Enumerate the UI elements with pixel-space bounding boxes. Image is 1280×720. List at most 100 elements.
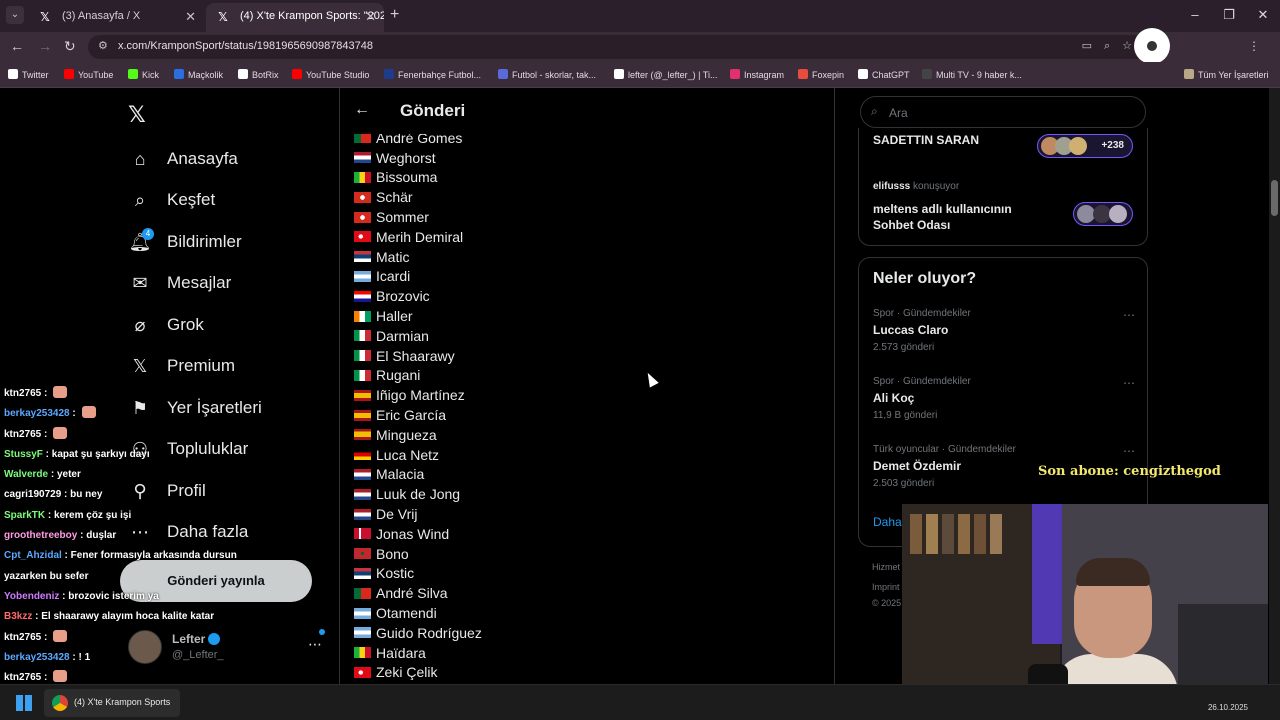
tab-title: (3) Anasayfa / X [62, 10, 141, 22]
chat-message: B3kzz : El shaarawy alayım hoca kalite k… [4, 609, 294, 629]
minimize-icon[interactable]: – [1178, 0, 1212, 32]
home-icon: ⌂ [134, 148, 146, 169]
player-name: Eric García [376, 407, 447, 424]
player-name: Jonas Wind [376, 525, 450, 542]
chrome-menu-icon[interactable]: ⋮ [1248, 39, 1270, 53]
flag-icon [354, 132, 371, 144]
player-name: Bissouma [376, 169, 438, 186]
flag-icon [354, 429, 371, 441]
flag-icon [354, 409, 371, 421]
omnibox[interactable]: ⚙ x.com/KramponSport/status/198196569098… [88, 35, 1160, 59]
bookmark-item[interactable]: Instagram [730, 69, 784, 80]
tab-search-button[interactable]: ⌄ [6, 6, 24, 24]
bookmark-item[interactable]: BotRix [238, 69, 279, 80]
url-text[interactable]: x.com/KramponSport/status/19819656909878… [118, 40, 373, 52]
chat-text: : kapat şu şarkıyı dayı [42, 448, 150, 460]
account-more-icon[interactable]: ⋯ [308, 636, 322, 653]
player-row: Matic [354, 247, 482, 267]
player-name: Sommer [376, 209, 429, 226]
more-icon[interactable]: ⋯ [1123, 308, 1135, 322]
bookmark-item[interactable]: ChatGPT [858, 69, 910, 80]
flag-icon [354, 607, 371, 619]
player-row: Jonas Wind [354, 524, 482, 544]
forward-icon[interactable]: → [38, 38, 52, 54]
player-row: Otamendi [354, 603, 482, 623]
show-more-link[interactable]: Daha [873, 515, 902, 529]
chat-username: Yobendeniz [4, 590, 60, 602]
search-input[interactable]: ⌕ Ara [860, 96, 1146, 128]
flag-icon [354, 647, 371, 659]
close-window-icon[interactable]: ✕ [1246, 0, 1280, 32]
bookmark-item[interactable]: Fenerbahçe Futbol... [384, 69, 481, 80]
nav-messages[interactable]: ✉ Mesajlar [128, 268, 231, 298]
site-info-icon[interactable]: ⚙ [98, 39, 108, 52]
chat-message: ktn2765 : [4, 386, 294, 406]
bookmark-item[interactable]: Twitter [8, 69, 49, 80]
nav-home[interactable]: ⌂ Anasayfa [128, 144, 238, 174]
taskbar-app-label: (4) X'te Krampon Sports [74, 697, 171, 707]
nav-notifications[interactable]: 🔔︎ 4 Bildirimler [128, 227, 242, 257]
space-listeners[interactable]: +238 [1037, 134, 1133, 158]
windows-start-icon[interactable] [16, 695, 32, 711]
spaces-card: SADETTIN SARAN +238 elifusss konuşuyor m… [858, 128, 1148, 246]
back-arrow-icon[interactable]: ← [354, 101, 370, 119]
player-name: Iñigo Martínez [376, 387, 465, 404]
chat-text: : brozovic isterim ya [59, 590, 159, 602]
recording-indicator [1134, 28, 1170, 64]
new-tab-button[interactable]: + [390, 6, 399, 24]
player-name: Darmian [376, 327, 429, 344]
space-listeners[interactable] [1073, 202, 1133, 226]
space-title[interactable]: SADETTIN SARAN [873, 133, 979, 147]
chat-text: : [41, 388, 51, 399]
maximize-icon[interactable]: ❐ [1212, 0, 1246, 32]
webcam-overlay [902, 504, 1268, 708]
bookmark-item[interactable]: Futbol - skorlar, tak... [498, 69, 596, 80]
player-name: Otamendi [376, 605, 437, 622]
chat-message: cagri190729 : bu ney [4, 487, 294, 507]
footer-link[interactable]: Hizmet [872, 562, 900, 572]
flag-icon [354, 191, 371, 203]
tab-home[interactable]: 𝕏 (3) Anasayfa / X ✕ [28, 3, 204, 32]
chat-text: : [41, 672, 51, 684]
flag-icon [354, 350, 371, 362]
close-tab-icon[interactable]: ✕ [185, 3, 196, 30]
chat-message: groothetreeboy : duşlar [4, 528, 294, 548]
bookmark-item[interactable]: Maçkolik [174, 69, 223, 80]
flag-icon [354, 171, 371, 183]
bookmark-item[interactable]: YouTube [64, 69, 113, 80]
chat-message: Yobendeniz : brozovic isterim ya [4, 589, 294, 609]
nav-premium[interactable]: 𝕏 Premium [128, 351, 235, 381]
flag-icon [354, 330, 371, 342]
more-icon[interactable]: ⋯ [1123, 376, 1135, 390]
flag-icon [354, 369, 371, 381]
bookmark-item[interactable]: Multi TV - 9 haber k... [922, 69, 1022, 80]
nav-grok[interactable]: ⌀ Grok [128, 310, 204, 340]
space-title[interactable]: meltens adlı kullanıcının Sohbet Odası [873, 201, 1033, 233]
main-column: André Gomes Weghorst Bissouma Schär Sommer Me… [339, 88, 835, 684]
trend-item[interactable]: Spor · Gündemdekiler Ali Koç 11,9 B gönd… [873, 376, 1135, 432]
page-scrollbar[interactable] [1269, 88, 1280, 684]
footer-link[interactable]: Imprint [872, 582, 900, 592]
back-icon[interactable]: ← [10, 38, 24, 54]
player-row: Iñigo Martínez [354, 385, 482, 405]
search-icon: ⌕ [871, 104, 878, 118]
trend-item[interactable]: Spor · Gündemdekiler Luccas Claro 2.573 … [873, 308, 1135, 364]
bookmark-item[interactable]: YouTube Studio [292, 69, 369, 80]
bookmark-item[interactable]: lefter (@_lefter_) | Ti... [614, 69, 718, 80]
more-icon[interactable]: ⋯ [1123, 444, 1135, 458]
close-tab-icon[interactable]: ✕ [365, 3, 376, 30]
taskbar-chrome-app[interactable]: (4) X'te Krampon Sports [44, 689, 180, 717]
chat-username: Walverde [4, 469, 49, 481]
x-logo-icon[interactable]: 𝕏 [128, 102, 146, 128]
player-name: Brozovic [376, 288, 430, 305]
player-row: Eric García [354, 405, 482, 425]
bookmark-item[interactable]: Foxepin [798, 69, 844, 80]
bookmarks-bar: Twitter YouTube Kick Maçkolik BotRix You… [0, 62, 1280, 88]
nav-explore[interactable]: ⌕ Keşfet [128, 185, 215, 215]
all-bookmarks-folder[interactable]: Tüm Yer İşaretleri [1184, 69, 1269, 80]
tab-title: (4) X'te Krampon Sports: "2026 [240, 10, 384, 22]
tab-post[interactable]: 𝕏 (4) X'te Krampon Sports: "2026 ✕ [206, 3, 384, 32]
scrollbar-thumb[interactable] [1271, 180, 1278, 216]
reload-icon[interactable]: ↻ [64, 38, 76, 55]
bookmark-item[interactable]: Kick [128, 69, 159, 80]
